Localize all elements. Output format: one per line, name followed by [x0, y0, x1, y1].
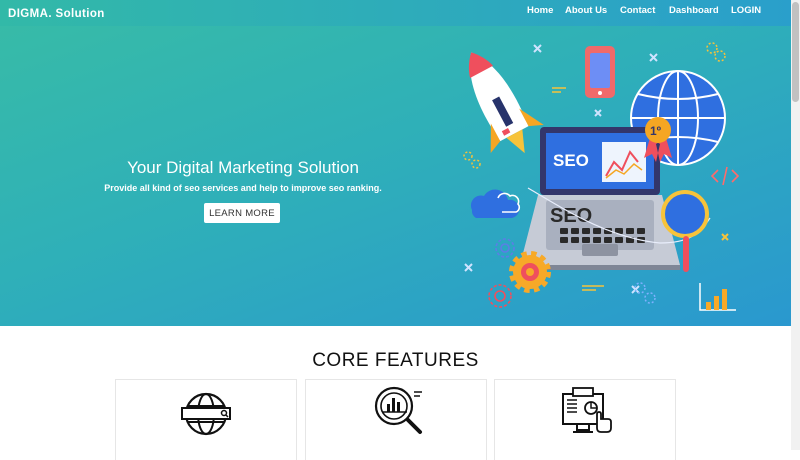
gear-orange-icon: [509, 251, 551, 293]
page-scrollbar[interactable]: [791, 0, 800, 450]
smartphone-icon: [585, 46, 615, 98]
brand-logo[interactable]: DIGMA. Solution: [8, 8, 105, 20]
nav-link-login[interactable]: LOGIN: [731, 5, 761, 16]
gear-red-outline-icon: [488, 284, 512, 308]
hero-subtitle: Provide all kind of seo services and hel…: [104, 183, 382, 193]
gear-blue-outline-icon: [495, 238, 515, 258]
code-tag-icon: [710, 166, 740, 186]
bar-chart-icon: [699, 283, 736, 311]
globe-search-icon: [181, 392, 231, 436]
yellow-cross-icon: [721, 233, 729, 241]
badge-text: 1º: [650, 124, 662, 138]
screen-seo-text: SEO: [553, 151, 589, 170]
dashboard-touch-icon: [562, 387, 612, 433]
nav-link-about-us[interactable]: About Us: [565, 5, 607, 16]
navbar: DIGMA. Solution Home About Us Contact Da…: [0, 0, 791, 26]
nav-link-contact[interactable]: Contact: [620, 5, 655, 16]
learn-more-button[interactable]: LEARN MORE: [204, 203, 280, 223]
laptop-seo-text: SEO: [550, 205, 592, 227]
nav-link-dashboard[interactable]: Dashboard: [669, 5, 719, 16]
cloud-icon: [470, 189, 521, 218]
nav-link-home[interactable]: Home: [527, 5, 553, 16]
feature-card[interactable]: [305, 379, 487, 460]
rocket-icon: [468, 52, 544, 154]
core-features-title: CORE FEATURES: [312, 350, 479, 371]
scrollbar-thumb[interactable]: [792, 2, 799, 102]
hero-section: DIGMA. Solution Home About Us Contact Da…: [0, 0, 791, 326]
hero-title: Your Digital Marketing Solution: [127, 158, 359, 177]
magnifier-analytics-icon: [374, 386, 422, 434]
feature-card[interactable]: [115, 379, 297, 460]
seo-illustration: SEO SEO 1º: [463, 42, 740, 311]
feature-card[interactable]: [494, 379, 676, 460]
